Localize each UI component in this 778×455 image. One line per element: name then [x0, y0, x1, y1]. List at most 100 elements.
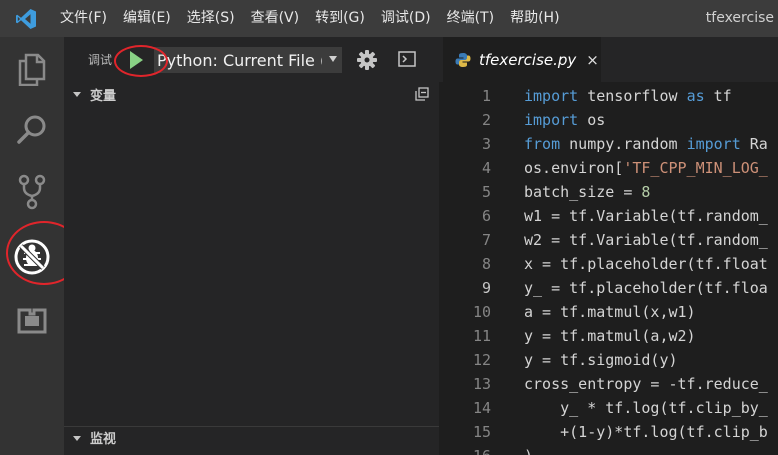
code-token: from [524, 135, 561, 153]
code-line[interactable]: 2 import os [439, 108, 778, 132]
code-token: os [578, 111, 606, 129]
code-line[interactable]: 12 y = tf.sigmoid(y) [439, 348, 778, 372]
code-token: y = tf.sigmoid(y) [524, 351, 678, 369]
debug-label: 调试 [88, 53, 113, 67]
code-token: a = tf.matmul(x,w1) [524, 303, 696, 321]
code-text: batch_size = 8 [524, 180, 650, 204]
code-text: y_ * tf.log(tf.clip_by_ [524, 396, 768, 420]
code-line[interactable]: 8 x = tf.placeholder(tf.float [439, 252, 778, 276]
code-text: ) [524, 444, 533, 455]
code-text: from numpy.random import Ra [524, 132, 768, 156]
chevron-down-icon [73, 435, 81, 441]
line-number: 8 [481, 255, 491, 273]
code-text: y = tf.matmul(a,w2) [524, 324, 696, 348]
code-token: +(1-y)*tf.log(tf.clip_b [524, 423, 768, 441]
code-token: 'TF_CPP_MIN_LOG_ [623, 159, 768, 177]
vscode-logo-icon [0, 0, 52, 37]
play-button-annotation-circle [114, 45, 168, 77]
chevron-down-icon [73, 92, 81, 97]
line-number: 3 [481, 135, 491, 153]
code-line[interactable]: 10 a = tf.matmul(x,w1) [439, 300, 778, 324]
code-line[interactable]: 6 w1 = tf.Variable(tf.random_ [439, 204, 778, 228]
debug-config-select[interactable]: Python: Current File (E [154, 47, 342, 73]
console-icon [398, 51, 416, 67]
menu-bar: 文件(F) 编辑(E) 选择(S) 查看(V) 转到(G) 调试(D) 终端(T) 帮助(H)… [0, 0, 778, 37]
code-line[interactable]: 3 from numpy.random import Ra [439, 132, 778, 156]
code-token: ) [524, 447, 533, 455]
code-line[interactable]: 11 y = tf.matmul(a,w2) [439, 324, 778, 348]
tab-label: tfexercise.py [479, 50, 577, 69]
code-token: import [524, 111, 579, 129]
code-token: x = tf.placeholder(tf.float [524, 255, 768, 273]
line-number: 14 [472, 399, 491, 417]
line-number: 6 [481, 207, 491, 225]
code-text: cross_entropy = -tf.reduce_ [524, 372, 768, 396]
code-text: import os [524, 108, 605, 132]
menu-item[interactable]: 编辑(E) [115, 0, 179, 37]
line-number: 1 [481, 87, 491, 105]
code-text: a = tf.matmul(x,w1) [524, 300, 696, 324]
watch-section-title: 监视 [90, 432, 117, 447]
debug-toolbar: 调试 Python: Current File (E [64, 37, 439, 82]
debug-console-button[interactable] [398, 51, 416, 67]
line-number: 7 [481, 231, 491, 249]
line-number: 9 [481, 279, 491, 297]
extensions-icon[interactable] [0, 289, 64, 349]
line-number: 16 [439, 444, 491, 455]
code-line[interactable]: 5 batch_size = 8 [439, 180, 778, 204]
code-text: import tensorflow as tf [524, 84, 732, 108]
line-number: 2 [481, 111, 491, 129]
menu-item[interactable]: 文件(F) [52, 0, 115, 37]
menu-item[interactable]: 选择(S) [179, 0, 243, 37]
code-line[interactable]: 9 y_ = tf.placeholder(tf.floa [439, 276, 778, 300]
code-line[interactable]: 16) [439, 444, 778, 455]
explorer-icon[interactable] [0, 39, 64, 99]
line-number: 4 [481, 159, 491, 177]
open-launch-json-button[interactable] [356, 49, 378, 71]
python-file-icon [455, 52, 471, 67]
collapse-all-icon[interactable] [415, 87, 429, 101]
code-line[interactable]: 7 w2 = tf.Variable(tf.random_ [439, 228, 778, 252]
code-text: os.environ['TF_CPP_MIN_LOG_ [524, 156, 768, 180]
code-editor[interactable]: 1 import tensorflow as tf 2 import os 3 from … [439, 82, 778, 455]
menu-item[interactable]: 查看(V) [243, 0, 308, 37]
tab-close-icon[interactable]: × [586, 51, 599, 69]
code-token: w1 = tf.Variable(tf.random_ [524, 207, 768, 225]
debug-config-selected: Python: Current File (E [157, 51, 322, 70]
code-token: import [524, 87, 579, 105]
menu-item[interactable]: 帮助(H) [502, 0, 567, 37]
code-line[interactable]: 4 os.environ['TF_CPP_MIN_LOG_ [439, 156, 778, 180]
menu-item[interactable]: 终端(T) [439, 0, 502, 37]
code-line[interactable]: 13 cross_entropy = -tf.reduce_ [439, 372, 778, 396]
code-text: y_ = tf.placeholder(tf.floa [524, 276, 768, 300]
code-token: 8 [641, 183, 651, 201]
tab-tfexercise[interactable]: tfexercise.py × [443, 37, 601, 82]
activity-bar [0, 37, 82, 455]
editor-area: tfexercise.py × 1 import tensorflow as tf… [439, 37, 778, 455]
code-line[interactable]: 15 +(1-y)*tf.log(tf.clip_b [439, 420, 778, 444]
menu-item[interactable]: 调试(D) [373, 0, 439, 37]
code-token: cross_entropy = -tf.reduce_ [524, 375, 768, 393]
code-line[interactable]: 1 import tensorflow as tf [439, 84, 778, 108]
line-number: 11 [472, 327, 491, 345]
debug-sidebar: 调试 Python: Current File (E 变量 监视 [64, 37, 439, 455]
code-token: tensorflow [578, 87, 687, 105]
variables-section-title: 变量 [90, 88, 117, 104]
variables-section-header[interactable]: 变量 [64, 83, 439, 105]
search-icon[interactable] [0, 99, 64, 159]
source-control-icon[interactable] [0, 162, 64, 222]
code-token: w2 = tf.Variable(tf.random_ [524, 231, 768, 249]
code-text: w2 = tf.Variable(tf.random_ [524, 228, 768, 252]
gear-icon [357, 50, 377, 70]
code-token: os.environ[ [524, 159, 624, 177]
code-token: y = tf.matmul(a,w2) [524, 327, 696, 345]
code-text: x = tf.placeholder(tf.float [524, 252, 768, 276]
code-token: batch_size = [524, 183, 642, 201]
menu-item[interactable]: 转到(G) [307, 0, 373, 37]
line-number: 5 [481, 183, 491, 201]
watch-section-header[interactable]: 监视 [64, 426, 439, 448]
code-text: w1 = tf.Variable(tf.random_ [524, 204, 768, 228]
line-number: 15 [472, 423, 491, 441]
code-text: y = tf.sigmoid(y) [524, 348, 678, 372]
code-line[interactable]: 14 y_ * tf.log(tf.clip_by_ [439, 396, 778, 420]
